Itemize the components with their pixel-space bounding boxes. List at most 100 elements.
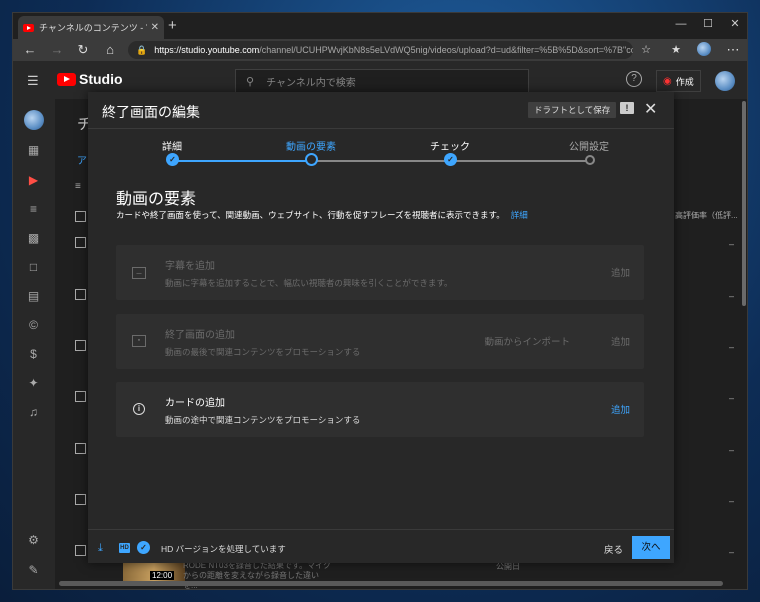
row-checkbox[interactable] bbox=[75, 289, 86, 300]
tab-close-icon[interactable]: ✕ bbox=[151, 22, 159, 33]
row-checkbox[interactable] bbox=[75, 391, 86, 402]
checks-complete-icon: ✓ bbox=[137, 541, 150, 554]
profile-avatar[interactable] bbox=[697, 42, 711, 56]
search-input[interactable]: ⚲ チャンネル内で検索 bbox=[235, 69, 529, 93]
step-video-elements-current-icon[interactable] bbox=[305, 153, 318, 166]
subtitles-icon: ⚊ bbox=[132, 267, 146, 279]
collections-icon[interactable]: ★ bbox=[668, 42, 684, 58]
horizontal-scrollbar[interactable] bbox=[59, 581, 723, 586]
step-label-details[interactable]: 詳細 bbox=[137, 138, 207, 153]
vertical-scroll-thumb[interactable] bbox=[742, 101, 746, 306]
next-button[interactable]: 次へ bbox=[632, 536, 670, 559]
step-visibility-icon[interactable] bbox=[585, 155, 595, 165]
row-checkbox[interactable] bbox=[75, 340, 86, 351]
reload-icon[interactable]: ↻ bbox=[75, 42, 91, 58]
add-subtitles-button[interactable]: 追加 bbox=[611, 265, 630, 279]
hamburger-menu-icon[interactable]: ☰ bbox=[27, 73, 39, 89]
step-label-checks[interactable]: チェック bbox=[415, 138, 485, 153]
stepper-track bbox=[317, 160, 452, 162]
subtitles-nav-icon[interactable]: ▤ bbox=[26, 289, 41, 304]
row-value: – bbox=[729, 445, 735, 455]
card-title: 字幕を追加 bbox=[165, 261, 215, 272]
url-path: /channel/UCUHPWvjKbN8s5eLVdWQ5nig/videos… bbox=[259, 45, 633, 55]
customization-icon[interactable]: ✦ bbox=[26, 376, 41, 391]
dashboard-icon[interactable]: ▦ bbox=[26, 143, 41, 158]
maximize-button[interactable]: ☐ bbox=[694, 13, 722, 37]
favorite-icon[interactable]: ☆ bbox=[638, 42, 654, 58]
stepper-track bbox=[455, 160, 590, 162]
browser-window: チャンネルのコンテンツ - YouTube St ✕ + — ☐ ✕ ← → ↻… bbox=[12, 12, 748, 590]
analytics-icon[interactable]: ▩ bbox=[26, 231, 41, 246]
step-label-video-elements[interactable]: 動画の要素 bbox=[276, 138, 346, 153]
new-tab-button[interactable]: + bbox=[168, 17, 177, 34]
home-icon[interactable]: ⌂ bbox=[102, 42, 118, 58]
row-checkbox[interactable] bbox=[75, 494, 86, 505]
more-menu-icon[interactable]: ⋯ bbox=[725, 42, 741, 58]
row-checkbox[interactable] bbox=[75, 545, 86, 556]
row-value: – bbox=[729, 239, 735, 249]
create-button[interactable]: ◉ 作成 bbox=[656, 70, 701, 92]
upload-icon: ⤓ bbox=[98, 542, 103, 554]
column-header-fragment: 高評価率（低評... bbox=[675, 211, 738, 220]
close-window-button[interactable]: ✕ bbox=[721, 13, 747, 37]
monetization-icon[interactable]: $ bbox=[26, 347, 41, 362]
row-value: – bbox=[729, 496, 735, 506]
feedback-flag-icon[interactable]: ! bbox=[620, 102, 634, 114]
stepper-track-complete bbox=[178, 160, 314, 162]
channel-avatar[interactable] bbox=[24, 110, 44, 130]
url-field[interactable]: 🔒 https://studio.youtube.com /channel/UC… bbox=[128, 41, 633, 59]
hd-icon: HD bbox=[119, 543, 130, 553]
info-icon: i bbox=[133, 403, 145, 415]
row-checkbox[interactable] bbox=[75, 443, 86, 454]
filter-icon[interactable]: ≡ bbox=[75, 181, 81, 192]
section-description: カードや終了画面を使って、関連動画、ウェブサイト、行動を促すフレーズを視聴者に表… bbox=[116, 209, 528, 221]
studio-logo[interactable]: Studio bbox=[57, 71, 123, 87]
step-label-visibility[interactable]: 公開設定 bbox=[554, 138, 624, 153]
browser-tab[interactable]: チャンネルのコンテンツ - YouTube St ✕ bbox=[18, 16, 164, 39]
add-end-screen-button[interactable]: 追加 bbox=[611, 334, 630, 348]
content-icon[interactable]: ▶ bbox=[26, 173, 41, 188]
lock-icon: 🔒 bbox=[136, 44, 148, 55]
tab-title: チャンネルのコンテンツ - YouTube St bbox=[39, 23, 147, 33]
add-end-screen-card: ▪ 終了画面の追加 動画の最後で関連コンテンツをプロモーションする 動画からイン… bbox=[116, 314, 644, 369]
add-subtitles-card: ⚊ 字幕を追加 動画に字幕を追加することで、幅広い視聴者の興味を引くことができま… bbox=[116, 245, 644, 300]
account-avatar[interactable] bbox=[715, 71, 735, 91]
learn-more-link[interactable]: 詳細 bbox=[511, 210, 528, 220]
row-value: – bbox=[729, 342, 735, 352]
end-screen-icon: ▪ bbox=[132, 335, 146, 347]
audio-library-icon[interactable]: ♫ bbox=[26, 405, 41, 420]
comments-icon[interactable]: □ bbox=[26, 260, 41, 275]
save-draft-button[interactable]: ドラフトとして保存 bbox=[528, 102, 617, 118]
step-details-check-icon[interactable]: ✓ bbox=[166, 153, 179, 166]
processing-status: HD バージョンを処理しています bbox=[161, 544, 286, 554]
card-description: 動画に字幕を追加することで、幅広い視聴者の興味を引くことができます。 bbox=[165, 278, 453, 288]
card-title: 終了画面の追加 bbox=[165, 330, 235, 341]
add-card-button[interactable]: 追加 bbox=[611, 402, 630, 416]
playlists-icon[interactable]: ≡ bbox=[26, 202, 41, 217]
logo-text: Studio bbox=[79, 71, 123, 87]
youtube-favicon-icon bbox=[23, 23, 34, 32]
row-checkbox[interactable] bbox=[75, 237, 86, 248]
video-duration: 12:00 bbox=[150, 571, 175, 580]
forward-icon[interactable]: → bbox=[49, 42, 65, 58]
close-dialog-button[interactable]: ✕ bbox=[644, 99, 657, 119]
video-camera-icon: ◉ bbox=[663, 75, 672, 87]
import-from-video-button[interactable]: 動画からインポート bbox=[484, 334, 570, 348]
dialog-title: 終了画面の編集 bbox=[102, 104, 200, 120]
search-icon: ⚲ bbox=[246, 75, 255, 88]
add-cards-card: i カードの追加 動画の途中で関連コンテンツをプロモーションする 追加 bbox=[116, 382, 644, 437]
help-icon[interactable]: ? bbox=[626, 71, 642, 87]
back-icon[interactable]: ← bbox=[22, 42, 38, 58]
step-checks-check-icon[interactable]: ✓ bbox=[444, 153, 457, 166]
back-button[interactable]: 戻る bbox=[604, 542, 623, 556]
copyright-icon[interactable]: © bbox=[26, 318, 41, 333]
settings-icon[interactable]: ⚙ bbox=[26, 533, 41, 548]
row-value: – bbox=[729, 547, 735, 557]
row-value: – bbox=[729, 291, 735, 301]
minimize-button[interactable]: — bbox=[667, 13, 695, 37]
card-description: 動画の途中で関連コンテンツをプロモーションする bbox=[165, 415, 361, 425]
select-all-checkbox[interactable] bbox=[75, 211, 86, 222]
card-description: 動画の最後で関連コンテンツをプロモーションする bbox=[165, 347, 361, 357]
row-value: – bbox=[729, 393, 735, 403]
feedback-icon[interactable]: ✎ bbox=[26, 563, 41, 578]
